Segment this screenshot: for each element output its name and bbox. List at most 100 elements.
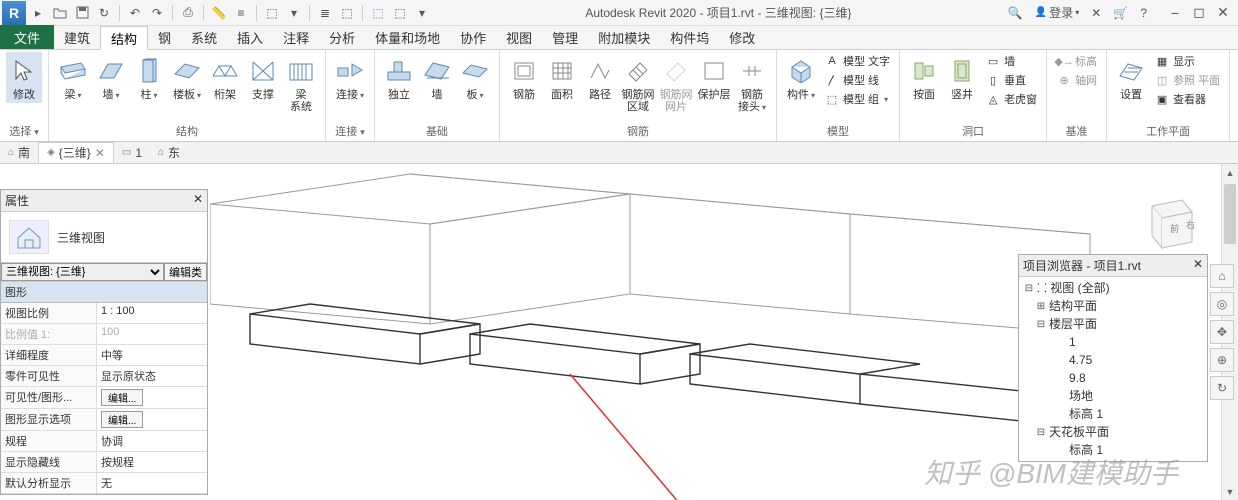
zoom-icon[interactable]: ⊕ <box>1210 348 1234 372</box>
redo-icon[interactable]: ↷ <box>147 3 167 23</box>
switch-view-icon[interactable]: ⬚ <box>368 3 388 23</box>
vertical-opening-tool[interactable]: ▯垂直 <box>982 71 1040 89</box>
dormer-tool[interactable]: ◬老虎窗 <box>982 90 1040 108</box>
component-tool[interactable]: 构件 <box>783 52 819 108</box>
beam-system-tool[interactable]: 梁 系统 <box>283 52 319 115</box>
property-value[interactable]: 显示原状态 <box>97 366 207 386</box>
orbit-icon[interactable]: ↻ <box>1210 376 1234 400</box>
tree-leaf[interactable]: 场地 <box>1023 387 1203 405</box>
close-button[interactable]: ✕ <box>1212 3 1234 23</box>
cover-tool[interactable]: 保护层 <box>696 52 732 115</box>
model-line-tool[interactable]: 〳模型 线 <box>821 71 893 89</box>
slab-tool[interactable]: 板 <box>457 52 493 103</box>
print-icon[interactable]: ⎙ <box>178 3 198 23</box>
modify-tool[interactable]: 修改 <box>6 52 42 103</box>
floor-tool[interactable]: 楼板 <box>169 52 205 115</box>
close-properties-icon[interactable]: ✕ <box>193 192 203 209</box>
coupler-tool[interactable]: 钢筋 接头 <box>734 52 770 115</box>
property-row[interactable]: 规程协调 <box>1 431 207 452</box>
close-pb-icon[interactable]: ✕ <box>1193 257 1203 274</box>
cascade-icon[interactable]: ▾ <box>412 3 432 23</box>
property-row[interactable]: 可见性/图形...编辑... <box>1 387 207 409</box>
property-value[interactable]: 编辑... <box>97 387 207 408</box>
column-tool[interactable]: 柱 <box>131 52 167 115</box>
shaft-tool[interactable]: 竖井 <box>944 52 980 108</box>
property-value[interactable]: 协调 <box>97 431 207 451</box>
thin-lines-icon[interactable]: ≣ <box>315 3 335 23</box>
close-hidden-icon[interactable]: ⬚ <box>337 3 357 23</box>
dropdown-icon[interactable]: ▾ <box>284 3 304 23</box>
tree-leaf[interactable]: 9.8 <box>1023 369 1203 387</box>
edit-button[interactable]: 编辑... <box>101 389 143 406</box>
tab-annotate[interactable]: 注释 <box>273 25 319 49</box>
close-inactive-icon[interactable]: ⬚ <box>390 3 410 23</box>
login-button[interactable]: 👤登录▾ <box>1032 4 1082 21</box>
type-selector[interactable]: 三维视图: {三维} <box>1 263 164 281</box>
rebar-tool[interactable]: 钢筋 <box>506 52 542 115</box>
wall-foundation-tool[interactable]: 墙 <box>419 52 455 103</box>
tab-collaborate[interactable]: 协作 <box>450 25 496 49</box>
connection-tool[interactable]: 连接 <box>332 52 368 103</box>
tab-analyze[interactable]: 分析 <box>319 25 365 49</box>
cart-icon[interactable]: 🛒 <box>1110 6 1131 20</box>
tab-architecture[interactable]: 建筑 <box>54 25 100 49</box>
model-group-tool[interactable]: ⬚模型 组 <box>821 90 893 108</box>
edit-button[interactable]: 编辑... <box>101 411 143 428</box>
tab-steel[interactable]: 钢 <box>148 25 181 49</box>
set-workplane-tool[interactable]: 设置 <box>1113 52 1149 108</box>
undo-icon[interactable]: ↶ <box>125 3 145 23</box>
wall-tool[interactable]: 墙 <box>93 52 129 115</box>
view-tab-east[interactable]: ⌂东 <box>150 142 188 163</box>
minimize-button[interactable]: − <box>1164 3 1186 23</box>
tree-root[interactable]: ⊟⸬ 视图 (全部) <box>1023 279 1203 297</box>
wall-opening-tool[interactable]: ▭墙 <box>982 52 1040 70</box>
truss-tool[interactable]: 桁架 <box>207 52 243 115</box>
isolated-tool[interactable]: 独立 <box>381 52 417 103</box>
path-tool[interactable]: 路径 <box>582 52 618 115</box>
ref-plane-tool[interactable]: ◫参照 平面 <box>1151 71 1223 89</box>
property-row[interactable]: 显示隐藏线按规程 <box>1 452 207 473</box>
grid-tool[interactable]: ⊕轴网 <box>1053 71 1100 89</box>
property-value[interactable]: 100 <box>97 324 207 344</box>
folder-icon[interactable] <box>50 3 70 23</box>
tab-modify[interactable]: 修改 <box>719 25 765 49</box>
view-tab-1[interactable]: ▭1 <box>114 142 150 163</box>
tree-section[interactable]: ⊟楼层平面 <box>1023 315 1203 333</box>
level-tool[interactable]: ◆→标高 <box>1053 52 1100 70</box>
home-view-icon[interactable]: ⌂ <box>1210 264 1234 288</box>
pan-icon[interactable]: ✥ <box>1210 320 1234 344</box>
edit-type-button[interactable]: 编辑类 <box>164 263 207 281</box>
property-row[interactable]: 图形显示选项编辑... <box>1 409 207 431</box>
viewer-tool[interactable]: ▣查看器 <box>1151 90 1223 108</box>
view-cube[interactable]: 前 右 <box>1132 192 1202 254</box>
brace-tool[interactable]: 支撑 <box>245 52 281 115</box>
area-tool[interactable]: 面积 <box>544 52 580 115</box>
close-tab-icon[interactable]: ✕ <box>95 146 105 160</box>
tree-leaf[interactable]: 标高 1 <box>1023 405 1203 423</box>
tab-view[interactable]: 视图 <box>496 25 542 49</box>
property-row[interactable]: 视图比例1 : 100 <box>1 303 207 324</box>
sync-icon[interactable]: ↻ <box>94 3 114 23</box>
show-wp-tool[interactable]: ▦显示 <box>1151 52 1223 70</box>
tab-manage[interactable]: 管理 <box>542 25 588 49</box>
property-value[interactable]: 无 <box>97 473 207 493</box>
maximize-button[interactable]: ◻ <box>1188 3 1210 23</box>
tab-component[interactable]: 构件坞 <box>660 25 719 49</box>
view-tab-3d[interactable]: ◈{三维}✕ <box>38 142 114 163</box>
property-value[interactable]: 按规程 <box>97 452 207 472</box>
tree-leaf[interactable]: 1 <box>1023 333 1203 351</box>
property-value[interactable]: 编辑... <box>97 409 207 430</box>
open-icon[interactable]: ▸ <box>28 3 48 23</box>
tab-structure[interactable]: 结构 <box>100 26 148 50</box>
tree-section[interactable]: ⊞结构平面 <box>1023 297 1203 315</box>
view-tab-south[interactable]: ⌂南 <box>0 142 38 163</box>
property-row[interactable]: 比例值 1:100 <box>1 324 207 345</box>
by-face-tool[interactable]: 按面 <box>906 52 942 108</box>
property-value[interactable]: 中等 <box>97 345 207 365</box>
scroll-up-icon[interactable]: ▲ <box>1222 164 1238 181</box>
scroll-down-icon[interactable]: ▼ <box>1222 483 1238 500</box>
property-row[interactable]: 详细程度中等 <box>1 345 207 366</box>
fabric-area-tool[interactable]: 钢筋网 区域 <box>620 52 656 115</box>
property-value[interactable]: 1 : 100 <box>97 303 207 323</box>
align-icon[interactable]: ≡ <box>231 3 251 23</box>
